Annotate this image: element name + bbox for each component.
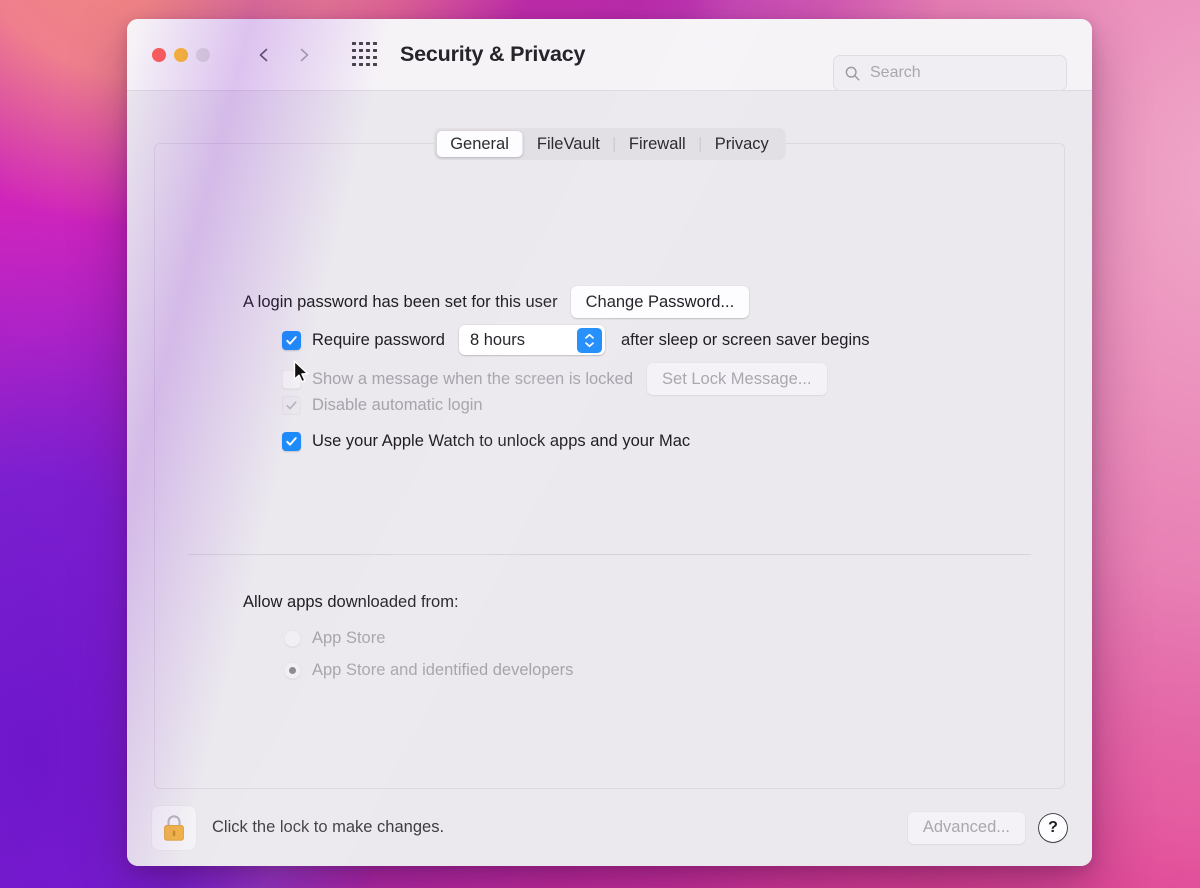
footer-actions: Advanced... ? — [907, 811, 1067, 844]
disable-auto-login-label: Disable automatic login — [312, 396, 483, 414]
login-password-row: A login password has been set for this u… — [243, 286, 750, 318]
change-password-button[interactable]: Change Password... — [570, 286, 750, 318]
allow-apps-title: Allow apps downloaded from: — [243, 593, 459, 611]
advanced-button: Advanced... — [907, 811, 1025, 844]
chevron-up-icon — [585, 333, 594, 339]
tab-general[interactable]: General — [436, 131, 523, 157]
require-password-delay-stepper[interactable]: 8 hours — [458, 325, 605, 355]
page-title: Security & Privacy — [400, 42, 586, 66]
window-footer: Click the lock to make changes. Advanced… — [127, 789, 1092, 866]
zoom-window-button — [196, 47, 210, 62]
app-store-radio-label: App Store — [312, 629, 386, 647]
general-settings-panel: A login password has been set for this u… — [154, 143, 1065, 789]
show-all-grid-icon[interactable] — [352, 41, 378, 68]
show-lock-message-label: Show a message when the screen is locked — [312, 369, 634, 388]
stepper-arrows[interactable] — [576, 327, 602, 353]
minimize-window-button[interactable] — [174, 47, 188, 62]
help-button[interactable]: ? — [1039, 813, 1067, 842]
password-status-label: A login password has been set for this u… — [243, 292, 558, 311]
app-store-radio — [284, 630, 301, 647]
allow-apps-option-app-store: App Store — [284, 629, 385, 648]
tab-privacy[interactable]: Privacy — [701, 131, 783, 157]
forward-button[interactable] — [296, 47, 312, 63]
tab-firewall[interactable]: Firewall — [615, 131, 700, 157]
section-divider — [188, 554, 1031, 555]
traffic-light-group — [152, 47, 210, 62]
window-body: A login password has been set for this u… — [127, 91, 1092, 866]
desktop-wallpaper: Security & Privacy A login password has … — [0, 0, 1200, 888]
apple-watch-checkbox-wrap — [278, 428, 305, 455]
checkmark-icon — [286, 401, 297, 410]
identified-developers-radio — [284, 662, 301, 679]
system-preferences-window: Security & Privacy A login password has … — [127, 19, 1092, 866]
lock-hint-text: Click the lock to make changes. — [212, 818, 445, 836]
navigation-arrows — [256, 47, 312, 63]
require-password-checkbox-wrap — [282, 330, 301, 350]
settings-tab-bar: General FileVault Firewall Privacy — [433, 128, 786, 160]
require-password-suffix-label: after sleep or screen saver begins — [620, 330, 870, 349]
chevron-down-icon — [585, 341, 594, 347]
close-window-button[interactable] — [152, 47, 166, 62]
require-password-row: Require password 8 hours after sleep or … — [282, 325, 870, 355]
set-lock-message-button: Set Lock Message... — [647, 363, 827, 395]
lock-closed-icon — [164, 814, 184, 841]
back-button[interactable] — [256, 47, 272, 63]
require-password-label: Require password — [312, 330, 445, 349]
disable-auto-login-row: Disable automatic login — [282, 396, 483, 415]
disable-auto-login-checkbox — [282, 396, 301, 415]
apple-watch-unlock-row: Use your Apple Watch to unlock apps and … — [278, 428, 691, 455]
require-password-checkbox[interactable] — [282, 330, 301, 350]
require-password-delay-value: 8 hours — [469, 330, 526, 349]
lock-button[interactable] — [152, 805, 196, 850]
search-input[interactable] — [870, 64, 1050, 82]
apple-watch-unlock-label: Use your Apple Watch to unlock apps and … — [312, 432, 691, 450]
checkmark-icon — [286, 437, 297, 446]
window-titlebar: Security & Privacy — [127, 19, 1092, 91]
show-lock-message-checkbox — [282, 369, 301, 389]
checkmark-icon — [286, 335, 297, 345]
apple-watch-unlock-checkbox[interactable] — [282, 432, 301, 451]
allow-apps-option-identified-developers: App Store and identified developers — [284, 661, 573, 680]
identified-developers-radio-label: App Store and identified developers — [312, 661, 574, 679]
show-lock-message-row: Show a message when the screen is locked… — [282, 363, 827, 395]
tab-filevault[interactable]: FileVault — [523, 131, 614, 157]
search-field[interactable] — [833, 55, 1067, 91]
search-icon — [845, 66, 860, 80]
